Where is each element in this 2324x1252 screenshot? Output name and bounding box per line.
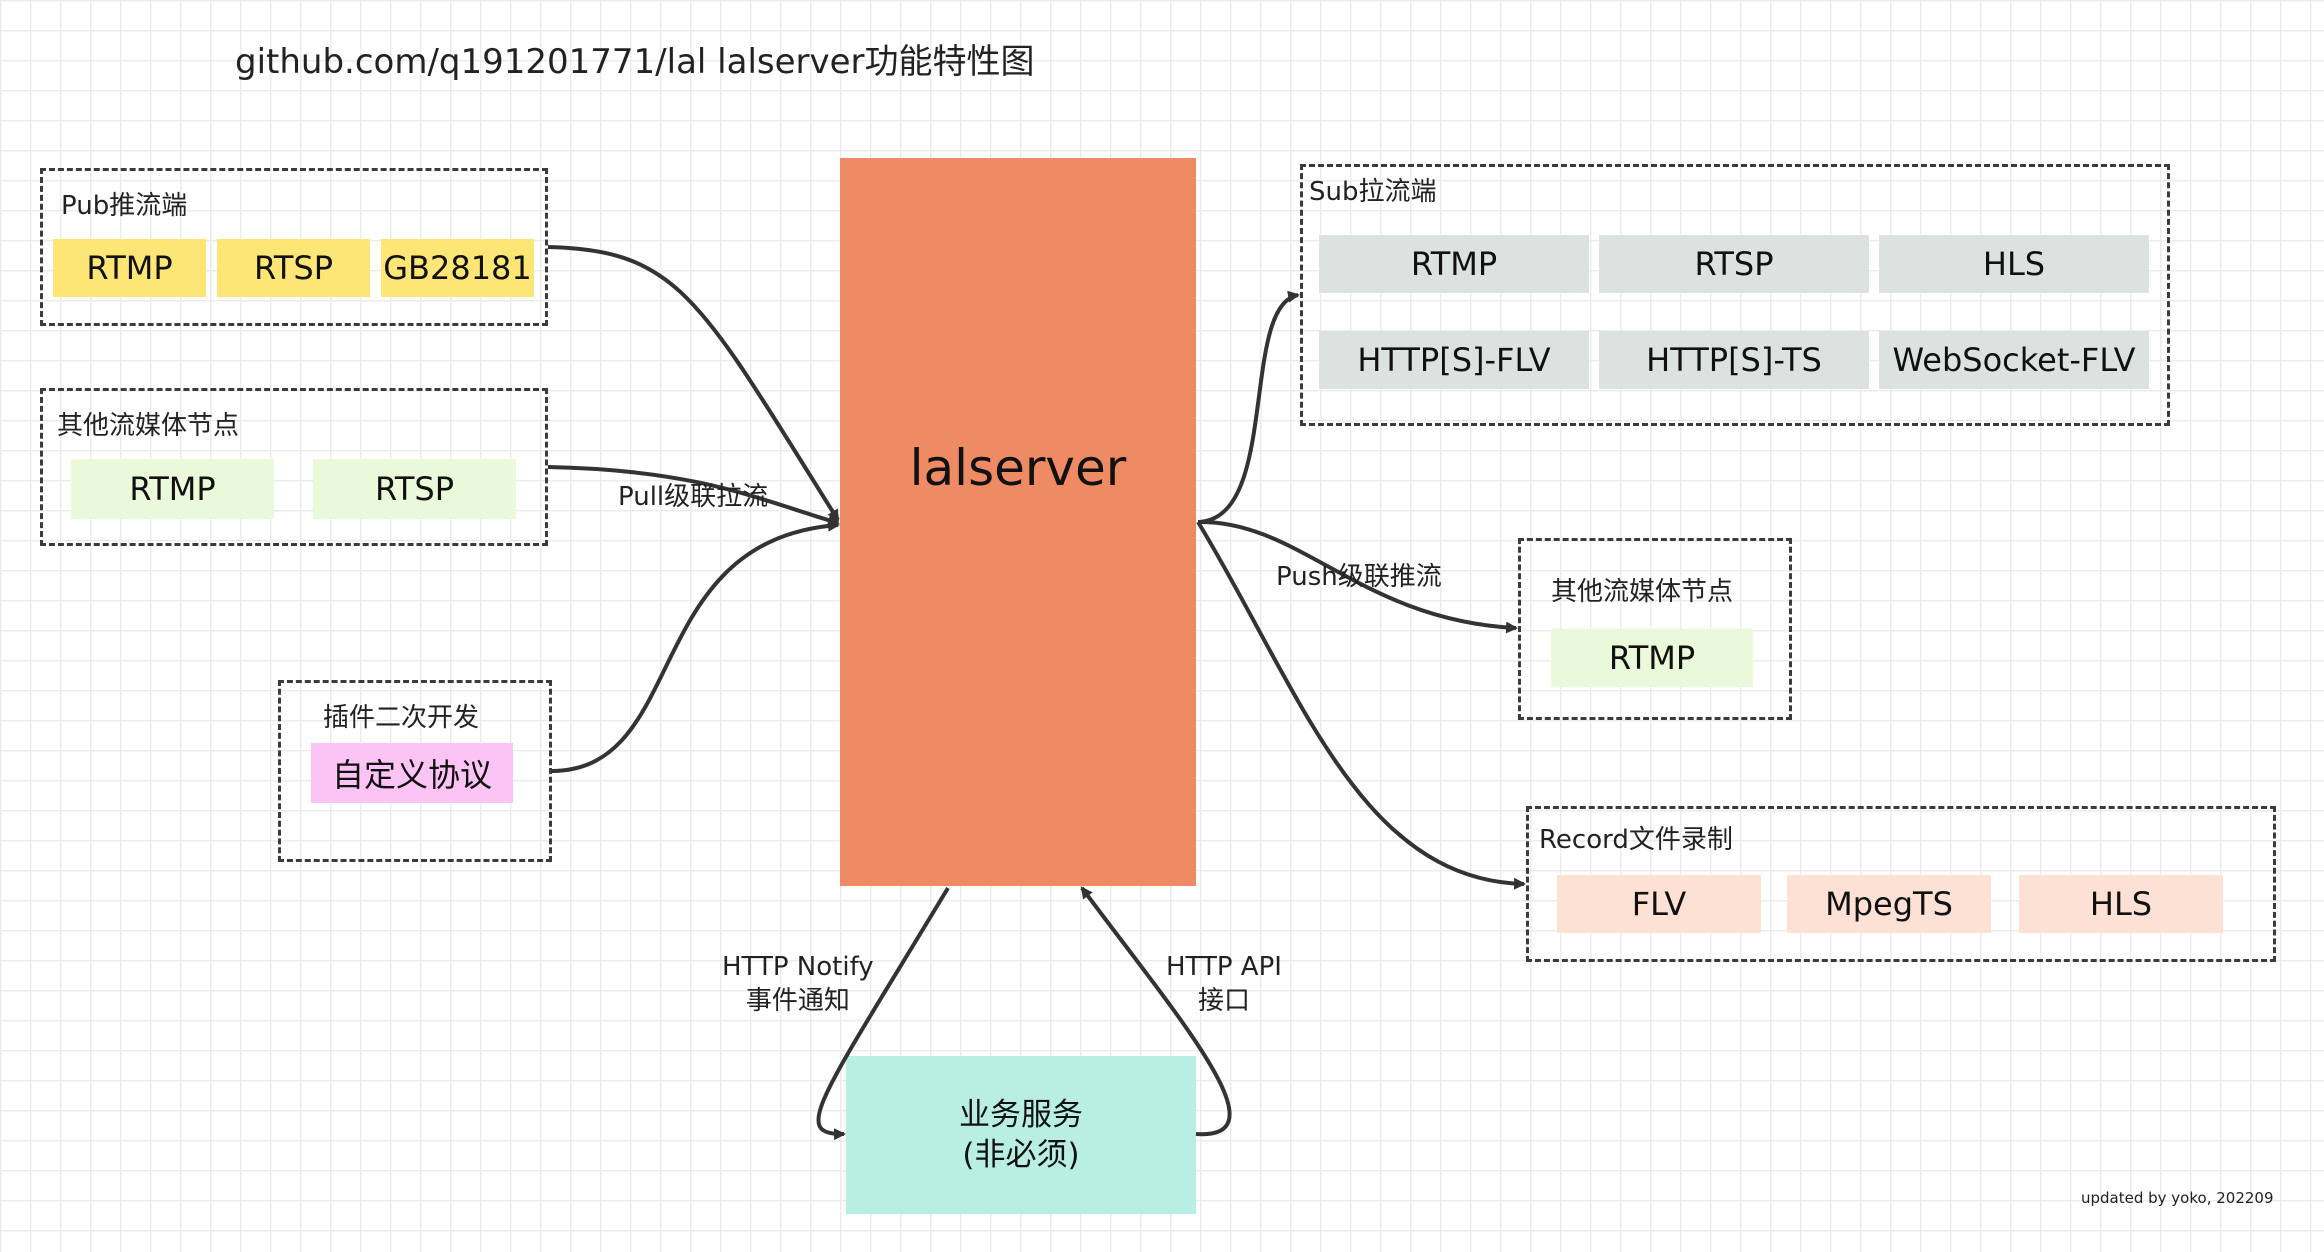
edge-plugin-to-core [551,519,840,773]
edge-core-to-sub [1197,290,1300,524]
edges-layer [547,245,1526,1141]
api-edge-label: HTTP API 接口 [1166,952,1282,1016]
push-edge-label: Push级联推流 [1276,562,1442,592]
notify-edge-label: HTTP Notify 事件通知 [722,952,874,1016]
footer-note: updated by yoko, 202209 [2081,1189,2274,1207]
pull-edge-label: Pull级联拉流 [618,482,769,512]
